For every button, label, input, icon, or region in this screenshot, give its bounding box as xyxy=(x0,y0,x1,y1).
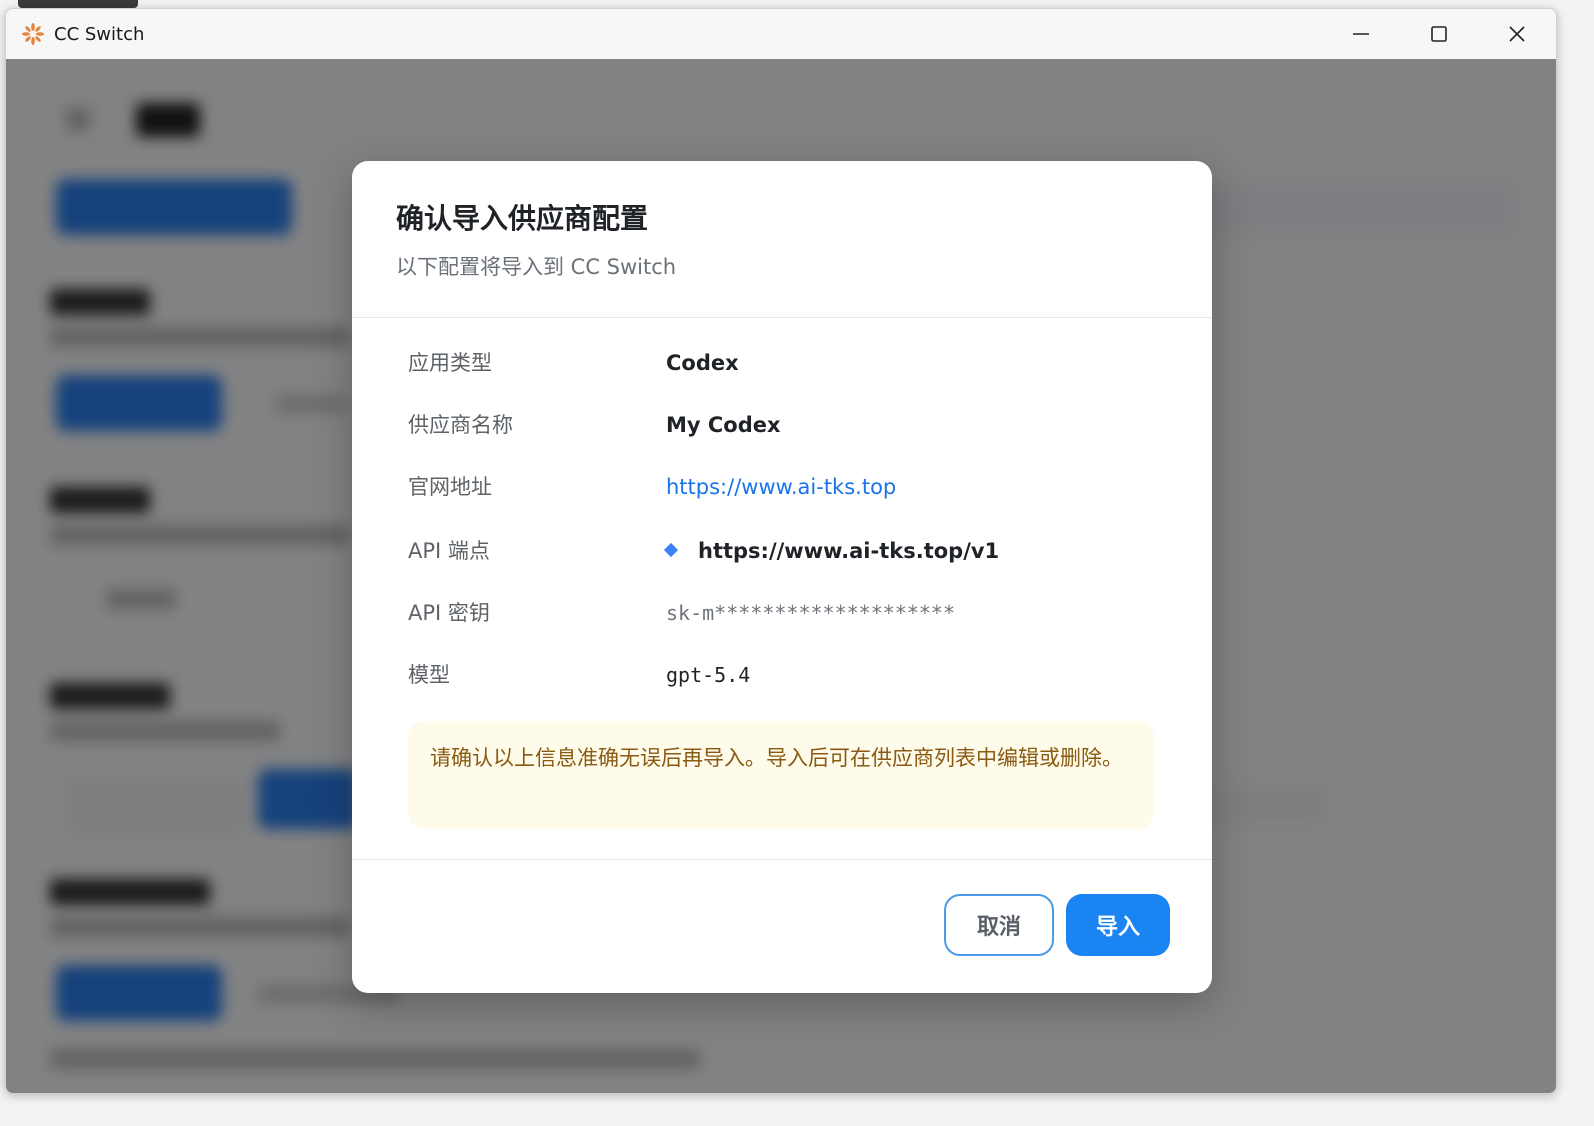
close-icon xyxy=(1509,26,1525,42)
api-endpoint-value-wrap: https://www.ai-tks.top/v1 xyxy=(663,531,1000,571)
cancel-button[interactable]: 取消 xyxy=(944,894,1054,956)
background-window-edge xyxy=(18,0,138,8)
import-confirm-dialog: 确认导入供应商配置 以下配置将导入到 CC Switch 应用类型 Codex … xyxy=(352,161,1212,993)
website-link[interactable]: https://www.ai-tks.top xyxy=(666,467,896,507)
maximize-icon xyxy=(1431,26,1447,42)
api-endpoint-label: API 端点 xyxy=(408,539,490,563)
app-type-label: 应用类型 xyxy=(408,351,492,375)
warning-notice: 请确认以上信息准确无误后再导入。导入后可在供应商列表中编辑或删除。 xyxy=(408,721,1154,829)
dialog-subtitle: 以下配置将导入到 CC Switch xyxy=(396,255,677,279)
title-bar: CC Switch xyxy=(6,9,1556,60)
provider-name-label: 供应商名称 xyxy=(408,413,513,437)
api-endpoint-value: https://www.ai-tks.top/v1 xyxy=(698,539,1000,563)
model-value: gpt-5.4 xyxy=(666,663,751,687)
import-button[interactable]: 导入 xyxy=(1066,894,1170,956)
dialog-footer: 取消 导入 xyxy=(352,859,1212,993)
window-title: CC Switch xyxy=(54,23,145,45)
row-api-key: API 密钥 sk-m******************** xyxy=(408,593,1172,633)
dialog-header: 确认导入供应商配置 以下配置将导入到 CC Switch xyxy=(352,161,1212,318)
row-api-endpoint: API 端点 https://www.ai-tks.top/v1 xyxy=(408,531,1172,571)
close-button[interactable] xyxy=(1478,9,1556,59)
model-label: 模型 xyxy=(408,663,450,687)
app-type-value: Codex xyxy=(666,351,739,375)
row-website: 官网地址 https://www.ai-tks.top xyxy=(408,467,1172,507)
row-provider-name: 供应商名称 My Codex xyxy=(408,405,1172,445)
app-logo-icon xyxy=(22,23,44,45)
window-controls xyxy=(1322,9,1556,59)
warning-text: 请确认以上信息准确无误后再导入。导入后可在供应商列表中编辑或删除。 xyxy=(430,746,1123,770)
row-app-type: 应用类型 Codex xyxy=(408,343,1172,383)
provider-name-value: My Codex xyxy=(666,413,781,437)
api-key-label: API 密钥 xyxy=(408,601,490,625)
minimize-icon xyxy=(1353,33,1369,35)
row-model: 模型 gpt-5.4 xyxy=(408,655,1172,695)
api-key-value: sk-m******************** xyxy=(666,601,955,625)
dialog-title: 确认导入供应商配置 xyxy=(396,202,649,235)
maximize-button[interactable] xyxy=(1400,9,1478,59)
app-window: CC Switch 确认导入供应商配置 以下配置将导入到 CC Switch 应… xyxy=(5,8,1557,1094)
endpoint-diamond-icon xyxy=(663,542,679,558)
website-label: 官网地址 xyxy=(408,475,492,499)
minimize-button[interactable] xyxy=(1322,9,1400,59)
